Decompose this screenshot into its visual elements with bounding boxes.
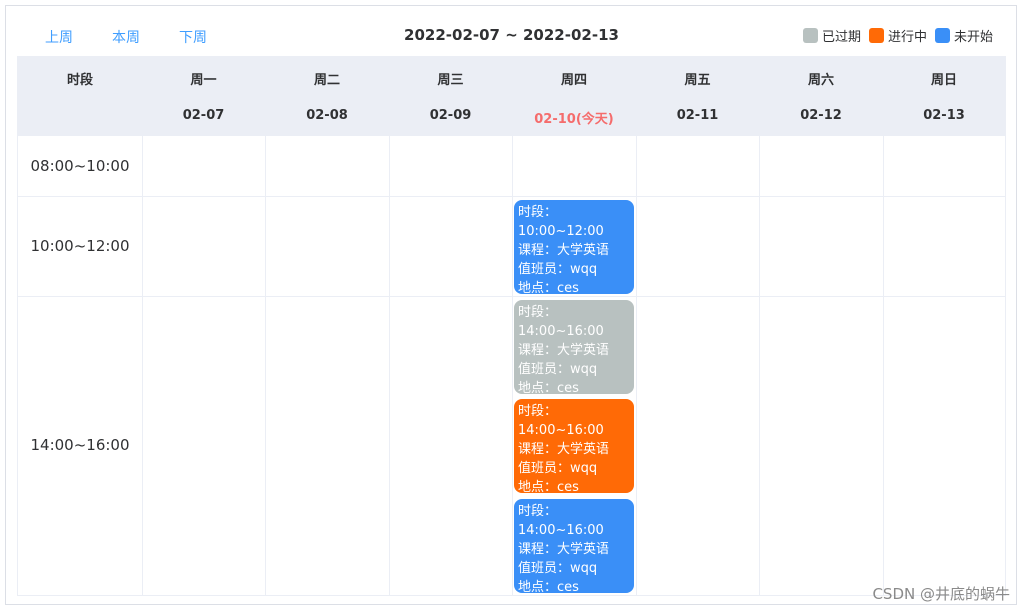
legend-item-expired: 已过期 (802, 26, 861, 45)
event-line: 地点：ces (518, 480, 579, 495)
event-line: 时段： (518, 504, 558, 519)
grid-line (512, 136, 513, 595)
event-line: 值班员：wqq (518, 461, 598, 476)
prev-week-link[interactable]: 上周 (45, 27, 73, 47)
event-line: 值班员：wqq (518, 362, 598, 377)
schedule-event-not-started[interactable]: 时段： 10:00~12:00 课程：大学英语 值班员：wqq 地点：ces (514, 200, 634, 296)
weekday-label: 周一 (190, 73, 217, 88)
weekday-label: 周日 (930, 73, 957, 88)
event-line: 课程：大学英语 (518, 442, 610, 457)
event-line: 地点：ces (518, 281, 579, 296)
grid-line (265, 136, 266, 595)
schedule-event-not-started[interactable]: 时段： 14:00~16:00 课程：大学英语 值班员：wqq 地点：ces (514, 499, 634, 595)
grid-line (389, 136, 390, 595)
event-line: 值班员：wqq (518, 262, 598, 277)
event-line: 课程：大学英语 (518, 243, 610, 258)
grid-line (18, 296, 1005, 297)
grid-line (883, 136, 884, 595)
time-slot-label: 08:00~10:00 (30, 157, 130, 175)
weekday-label: 周五 (684, 73, 711, 88)
date-label: 02-07 (182, 108, 225, 123)
event-line: 时段： (518, 404, 558, 419)
date-label: 02-09 (429, 108, 472, 123)
header-day-sat: 周六 02-12 (759, 57, 883, 136)
event-line: 14:00~16:00 (518, 423, 604, 438)
grid-header: 时段 周一 02-07 周二 02-08 周三 02-09 周四 02-10(今… (18, 57, 1005, 136)
legend-item-in-progress: 进行中 (868, 26, 927, 45)
weekday-label: 周二 (313, 73, 340, 88)
event-line: 值班员：wqq (518, 561, 598, 576)
event-line: 时段： (518, 205, 558, 220)
event-line: 14:00~16:00 (518, 324, 604, 339)
header-day-sun: 周日 02-13 (883, 57, 1005, 136)
grid-line (636, 136, 637, 595)
legend-label-not-started: 未开始 (953, 30, 993, 45)
header-day-fri: 周五 02-11 (636, 57, 759, 136)
legend-label-in-progress: 进行中 (887, 30, 927, 45)
csdn-watermark: CSDN @井底的蜗牛 (872, 585, 1010, 603)
time-slot-label: 14:00~16:00 (30, 436, 130, 454)
date-label: 02-12 (800, 108, 842, 123)
header-slot-label: 时段 (66, 73, 93, 88)
week-schedule-grid: 时段 周一 02-07 周二 02-08 周三 02-09 周四 02-10(今… (17, 56, 1006, 596)
event-line: 时段： (518, 305, 558, 320)
date-label: 02-08 (306, 108, 348, 123)
grid-line (759, 136, 760, 595)
date-label: 02-11 (676, 108, 719, 123)
grid-line (142, 136, 143, 595)
weekday-label: 周三 (437, 73, 464, 88)
event-line: 地点：ces (518, 580, 579, 595)
time-slot-label: 10:00~12:00 (30, 237, 130, 255)
week-toolbar: 上周 本周 下周 2022-02-07 ~ 2022-02-13 已过期 进行中… (17, 17, 1006, 55)
header-slot-column: 时段 (18, 57, 142, 136)
header-day-tue: 周二 02-08 (265, 57, 389, 136)
legend-swatch-not-started (934, 28, 950, 43)
date-label-today: 02-10(今天) (534, 112, 614, 127)
status-legend: 已过期 进行中 未开始 (795, 26, 993, 45)
legend-label-expired: 已过期 (821, 30, 861, 45)
header-day-mon: 周一 02-07 (142, 57, 265, 136)
weekday-label: 周四 (560, 73, 587, 88)
event-line: 地点：ces (518, 381, 579, 396)
legend-item-not-started: 未开始 (934, 26, 993, 45)
weekday-label: 周六 (807, 73, 834, 88)
event-line: 课程：大学英语 (518, 542, 610, 557)
event-line: 10:00~12:00 (518, 224, 604, 239)
legend-swatch-expired (802, 28, 818, 43)
date-label: 02-13 (923, 108, 965, 123)
schedule-event-in-progress[interactable]: 时段： 14:00~16:00 课程：大学英语 值班员：wqq 地点：ces (514, 399, 634, 495)
this-week-link[interactable]: 本周 (112, 27, 140, 47)
event-line: 14:00~16:00 (518, 523, 604, 538)
header-day-wed: 周三 02-09 (389, 57, 512, 136)
next-week-link[interactable]: 下周 (179, 27, 207, 47)
event-line: 课程：大学英语 (518, 343, 610, 358)
schedule-event-expired[interactable]: 时段： 14:00~16:00 课程：大学英语 值班员：wqq 地点：ces (514, 300, 634, 396)
grid-line (18, 196, 1005, 197)
legend-swatch-in-progress (868, 28, 884, 43)
header-day-thu: 周四 02-10(今天) (512, 57, 636, 136)
